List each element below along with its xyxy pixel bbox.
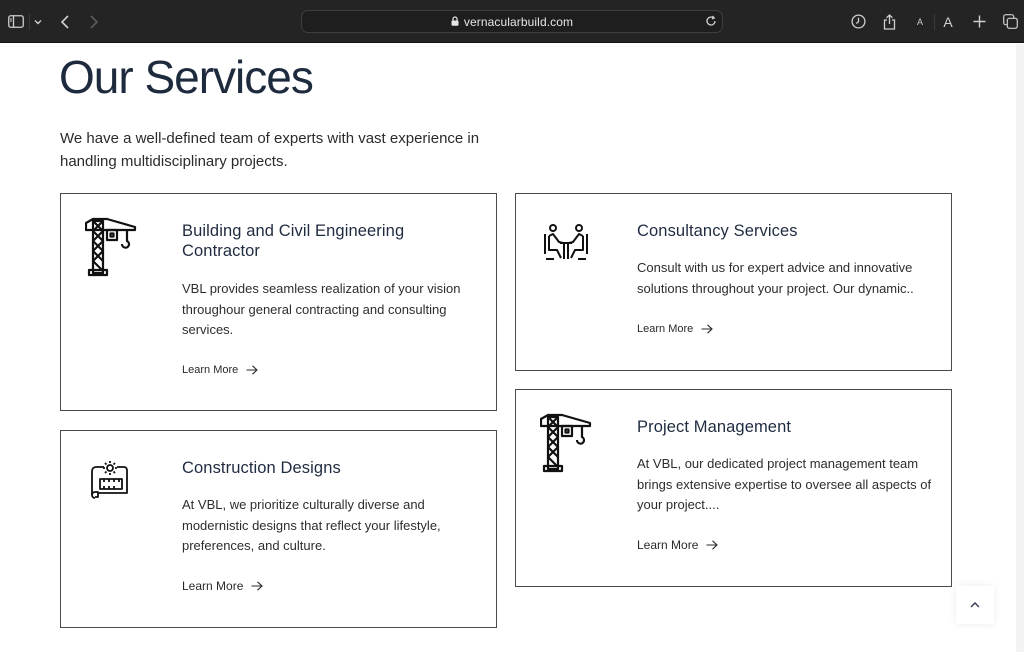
- text-smaller-button[interactable]: A: [914, 0, 926, 43]
- share-icon[interactable]: [881, 0, 897, 43]
- arrow-right-icon: [246, 365, 259, 375]
- service-title: Consultancy Services: [637, 222, 798, 240]
- service-card-designs: Construction Designs At VBL, we prioriti…: [60, 430, 497, 628]
- text-larger-label: A: [943, 13, 953, 30]
- service-description: VBL provides seamless realization of you…: [182, 281, 461, 337]
- page-title: Our Services: [59, 51, 314, 103]
- arrow-right-icon: [701, 324, 714, 334]
- arrow-right-icon: [251, 581, 264, 591]
- address-bar[interactable]: vernacularbuild.com: [301, 10, 723, 33]
- crane-icon: [84, 217, 137, 282]
- chevron-down-icon[interactable]: [32, 0, 44, 43]
- plus-icon[interactable]: [972, 0, 986, 43]
- crane-icon: [539, 413, 592, 478]
- toolbar-divider: [934, 14, 935, 30]
- clock-icon[interactable]: [850, 0, 866, 43]
- intro-text: We have a well-defined team of experts w…: [60, 130, 480, 170]
- arrow-right-icon: [706, 540, 719, 550]
- text-larger-button[interactable]: A: [941, 0, 955, 43]
- back-to-top-button[interactable]: [956, 586, 994, 624]
- service-description: At VBL, we prioritize culturally diverse…: [182, 497, 441, 553]
- scrollbar[interactable]: [1016, 44, 1024, 652]
- learn-more-label: Learn More: [182, 579, 244, 593]
- blueprint-gear-icon: [90, 459, 132, 506]
- learn-more-label: Learn More: [182, 364, 239, 376]
- service-card-consultancy: Consultancy Services Consult with us for…: [515, 193, 952, 371]
- learn-more-link[interactable]: Learn More: [637, 538, 719, 552]
- service-description: Consult with us for expert advice and in…: [637, 260, 914, 296]
- service-title: Building and Civil Engineering Contracto…: [182, 222, 405, 260]
- service-card-project-management: Project Management At VBL, our dedicated…: [515, 389, 952, 587]
- service-title: Project Management: [637, 418, 792, 436]
- service-description: At VBL, our dedicated project management…: [637, 456, 932, 512]
- service-title: Construction Designs: [182, 459, 341, 477]
- learn-more-link[interactable]: Learn More: [637, 323, 714, 335]
- learn-more-label: Learn More: [637, 323, 694, 335]
- forward-arrow-icon[interactable]: [87, 0, 101, 43]
- page-content: Our Services We have a well-defined team…: [0, 44, 1024, 652]
- browser-toolbar: vernacularbuild.com A A: [0, 0, 1024, 43]
- learn-more-link[interactable]: Learn More: [182, 364, 259, 376]
- back-arrow-icon[interactable]: [58, 0, 72, 43]
- url-text: vernacularbuild.com: [463, 14, 574, 29]
- reload-icon[interactable]: [704, 14, 718, 33]
- learn-more-link[interactable]: Learn More: [182, 579, 264, 593]
- chevron-up-icon: [970, 602, 980, 608]
- text-smaller-label: A: [916, 16, 923, 27]
- toolbar-divider: [29, 14, 30, 30]
- consultation-icon: [543, 224, 589, 267]
- learn-more-label: Learn More: [637, 538, 699, 552]
- lock-icon: [451, 13, 459, 31]
- service-card-building: Building and Civil Engineering Contracto…: [60, 193, 497, 411]
- sidebar-icon[interactable]: [6, 0, 26, 43]
- tabs-icon[interactable]: [1002, 0, 1018, 43]
